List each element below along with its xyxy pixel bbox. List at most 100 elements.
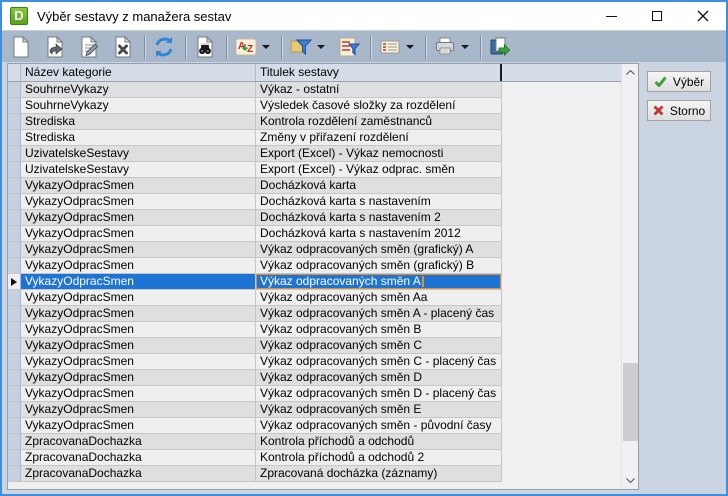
category-cell[interactable]: VykazyOdpracSmen — [21, 290, 256, 306]
category-cell[interactable]: VykazyOdpracSmen — [21, 354, 256, 370]
table-row[interactable]: UzivatelskeSestavyExport (Excel) - Výkaz… — [8, 146, 638, 162]
table-row[interactable]: ZpracovanaDochazkaZpracovaná docházka (z… — [8, 466, 638, 482]
new-report-button[interactable] — [8, 34, 34, 60]
sort-az-dropdown[interactable] — [259, 34, 273, 60]
filter-builder-button[interactable] — [336, 34, 362, 60]
title-cell[interactable]: Docházková karta s nastavením — [256, 194, 502, 210]
title-cell[interactable]: Docházková karta s nastavením 2 — [256, 210, 502, 226]
maximize-button[interactable] — [634, 2, 680, 30]
print-dropdown[interactable] — [458, 34, 472, 60]
export-button[interactable] — [487, 34, 513, 60]
category-cell[interactable]: VykazyOdpracSmen — [21, 370, 256, 386]
find-button[interactable] — [192, 34, 218, 60]
table-row[interactable]: VykazyOdpracSmenVýkaz odpracovaných směn… — [8, 290, 638, 306]
title-cell[interactable]: Výkaz odpracovaných směn - původní časy — [256, 418, 502, 434]
sort-az-button[interactable]: A Z — [233, 34, 259, 60]
filter-button[interactable] — [288, 34, 314, 60]
table-row[interactable]: VykazyOdpracSmenDocházková karta s nasta… — [8, 194, 638, 210]
table-row[interactable]: ZpracovanaDochazkaKontrola příchodů a od… — [8, 434, 638, 450]
table-row[interactable]: VykazyOdpracSmenDocházková karta s nasta… — [8, 226, 638, 242]
category-cell[interactable]: VykazyOdpracSmen — [21, 258, 256, 274]
table-row[interactable]: VykazyOdpracSmenVýkaz odpracovaných směn… — [8, 306, 638, 322]
table-row[interactable]: VykazyOdpracSmenVýkaz odpracovaných směn… — [8, 418, 638, 434]
category-cell[interactable]: SouhrneVykazy — [21, 98, 256, 114]
select-button[interactable]: Výběr — [647, 71, 711, 92]
table-row[interactable]: VykazyOdpracSmenDocházková karta — [8, 178, 638, 194]
print-button[interactable] — [432, 34, 458, 60]
category-cell[interactable]: VykazyOdpracSmen — [21, 210, 256, 226]
title-cell[interactable]: Docházková karta — [256, 178, 502, 194]
category-cell[interactable]: VykazyOdpracSmen — [21, 338, 256, 354]
title-cell[interactable]: Výkaz odpracovaných směn D — [256, 370, 502, 386]
minimize-button[interactable] — [588, 2, 634, 30]
title-cell[interactable]: Výkaz odpracovaných směn (grafický) B — [256, 258, 502, 274]
title-cell[interactable]: Export (Excel) - Výkaz nemocnosti — [256, 146, 502, 162]
category-cell[interactable]: ZpracovanaDochazka — [21, 450, 256, 466]
title-cell[interactable]: Kontrola rozdělení zaměstnanců — [256, 114, 502, 130]
cancel-button[interactable]: Storno — [647, 100, 711, 121]
column-header-title[interactable]: Titulek sestavy — [256, 64, 502, 81]
category-cell[interactable]: Strediska — [21, 114, 256, 130]
title-cell[interactable]: Změny v přiřazení rozdělení — [256, 130, 502, 146]
table-row[interactable]: ZpracovanaDochazkaKontrola příchodů a od… — [8, 450, 638, 466]
title-cell[interactable]: Výkaz odpracovaných směn A - placený čas — [256, 306, 502, 322]
category-cell[interactable]: SouhrneVykazy — [21, 82, 256, 98]
category-cell[interactable]: VykazyOdpracSmen — [21, 274, 256, 290]
table-row[interactable]: VykazyOdpracSmenVýkaz odpracovaných směn… — [8, 322, 638, 338]
table-row[interactable]: VykazyOdpracSmenVýkaz odpracovaných směn… — [8, 354, 638, 370]
table-row[interactable]: UzivatelskeSestavyExport (Excel) - Výkaz… — [8, 162, 638, 178]
scroll-up-button[interactable] — [622, 64, 638, 81]
edit-report-button[interactable] — [76, 34, 102, 60]
title-cell[interactable]: Výkaz odpracovaných směn A — [256, 274, 502, 290]
title-cell[interactable]: Výkaz - ostatní — [256, 82, 502, 98]
filter-dropdown[interactable] — [314, 34, 328, 60]
table-row[interactable]: VykazyOdpracSmenVýkaz odpracovaných směn… — [8, 242, 638, 258]
title-cell[interactable]: Docházková karta s nastavením 2012 — [256, 226, 502, 242]
table-row[interactable]: VykazyOdpracSmenDocházková karta s nasta… — [8, 210, 638, 226]
delete-report-button[interactable] — [110, 34, 136, 60]
category-cell[interactable]: VykazyOdpracSmen — [21, 194, 256, 210]
title-cell[interactable]: Výkaz odpracovaných směn C — [256, 338, 502, 354]
title-cell[interactable]: Výkaz odpracovaných směn C - placený čas — [256, 354, 502, 370]
table-row[interactable]: SouhrneVykazyVýkaz - ostatní — [8, 82, 638, 98]
column-header-category[interactable]: Název kategorie — [21, 64, 256, 81]
refresh-button[interactable] — [151, 34, 177, 60]
title-cell[interactable]: Výkaz odpracovaných směn D - placený čas — [256, 386, 502, 402]
category-cell[interactable]: ZpracovanaDochazka — [21, 434, 256, 450]
table-row[interactable]: VykazyOdpracSmenVýkaz odpracovaných směn… — [8, 258, 638, 274]
table-row[interactable]: VykazyOdpracSmenVýkaz odpracovaných směn… — [8, 402, 638, 418]
table-row[interactable]: VykazyOdpracSmenVýkaz odpracovaných směn… — [8, 274, 638, 290]
title-cell[interactable]: Výkaz odpracovaných směn Aa — [256, 290, 502, 306]
open-report-button[interactable] — [42, 34, 68, 60]
title-cell[interactable]: Výkaz odpracovaných směn B — [256, 322, 502, 338]
table-row[interactable]: VykazyOdpracSmenVýkaz odpracovaných směn… — [8, 370, 638, 386]
title-cell[interactable]: Výsledek časové složky za rozdělení — [256, 98, 502, 114]
category-cell[interactable]: UzivatelskeSestavy — [21, 146, 256, 162]
table-row[interactable]: StrediskaZměny v přiřazení rozdělení — [8, 130, 638, 146]
table-row[interactable]: VykazyOdpracSmenVýkaz odpracovaných směn… — [8, 386, 638, 402]
close-button[interactable] — [680, 2, 726, 30]
title-cell[interactable]: Kontrola příchodů a odchodů 2 — [256, 450, 502, 466]
title-cell[interactable]: Zpracovaná docházka (záznamy) — [256, 466, 502, 482]
scroll-thumb[interactable] — [623, 363, 638, 441]
category-cell[interactable]: VykazyOdpracSmen — [21, 418, 256, 434]
category-cell[interactable]: VykazyOdpracSmen — [21, 322, 256, 338]
category-cell[interactable]: VykazyOdpracSmen — [21, 242, 256, 258]
category-cell[interactable]: VykazyOdpracSmen — [21, 226, 256, 242]
category-cell[interactable]: VykazyOdpracSmen — [21, 402, 256, 418]
title-cell[interactable]: Výkaz odpracovaných směn E — [256, 402, 502, 418]
table-row[interactable]: SouhrneVykazyVýsledek časové složky za r… — [8, 98, 638, 114]
category-cell[interactable]: ZpracovanaDochazka — [21, 466, 256, 482]
category-cell[interactable]: VykazyOdpracSmen — [21, 386, 256, 402]
scroll-down-button[interactable] — [622, 472, 638, 489]
table-row[interactable]: StrediskaKontrola rozdělení zaměstnanců — [8, 114, 638, 130]
table-row[interactable]: VykazyOdpracSmenVýkaz odpracovaných směn… — [8, 338, 638, 354]
columns-button[interactable] — [377, 34, 403, 60]
title-cell[interactable]: Výkaz odpracovaných směn (grafický) A — [256, 242, 502, 258]
title-cell[interactable]: Export (Excel) - Výkaz odprac. směn — [256, 162, 502, 178]
category-cell[interactable]: VykazyOdpracSmen — [21, 306, 256, 322]
vertical-scrollbar[interactable] — [621, 64, 638, 489]
title-cell[interactable]: Kontrola příchodů a odchodů — [256, 434, 502, 450]
category-cell[interactable]: UzivatelskeSestavy — [21, 162, 256, 178]
category-cell[interactable]: Strediska — [21, 130, 256, 146]
